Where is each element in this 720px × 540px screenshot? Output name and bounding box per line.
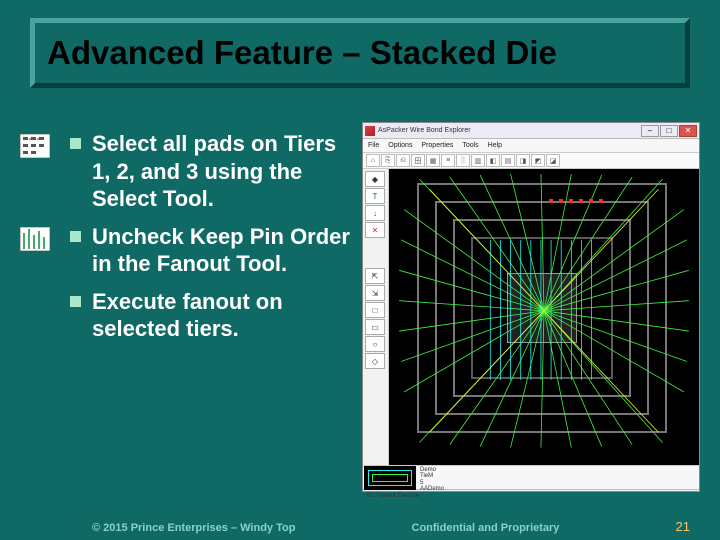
spacer-icon xyxy=(18,290,52,318)
palette-button[interactable]: ◇ xyxy=(365,353,385,369)
object-list: Demo TieM 5 AADemo xyxy=(417,466,699,489)
toolbar-button[interactable]: ⎌ xyxy=(396,154,410,167)
confidential-text: Confidential and Proprietary xyxy=(412,522,560,534)
page-number: 21 xyxy=(676,519,690,534)
fanout-tool-icon xyxy=(18,225,52,253)
slide-footer: © 2015 Prince Enterprises – Windy Top Co… xyxy=(0,519,720,534)
palette-button[interactable]: ↓ xyxy=(365,205,385,221)
bullet-text: Uncheck Keep Pin Order in the Fanout Too… xyxy=(92,223,353,278)
toolbar-button[interactable]: ▤ xyxy=(501,154,515,167)
minimize-button[interactable]: – xyxy=(641,125,659,137)
pad xyxy=(589,199,593,203)
pad xyxy=(579,199,583,203)
toolbar-button[interactable]: 田 xyxy=(411,154,425,167)
menu-item[interactable]: Options xyxy=(388,142,412,149)
window-titlebar: AsPacker Wire Bond Explorer – □ ✕ xyxy=(363,123,699,139)
bullet-item: Uncheck Keep Pin Order in the Fanout Too… xyxy=(18,223,353,278)
close-button[interactable]: ✕ xyxy=(679,125,697,137)
toolbar-button[interactable]: ◨ xyxy=(516,154,530,167)
bullet-marker xyxy=(58,130,92,149)
bullet-text: Select all pads on Tiers 1, 2, and 3 usi… xyxy=(92,130,353,213)
toolbar-button[interactable]: ▥ xyxy=(471,154,485,167)
menu-item[interactable]: Help xyxy=(488,142,502,149)
bottom-panel: Demo TieM 5 AADemo xyxy=(363,465,699,489)
menu-item[interactable]: Tools xyxy=(462,142,478,149)
bullet-item: Select all pads on Tiers 1, 2, and 3 usi… xyxy=(18,130,353,213)
palette-button[interactable]: ▭ xyxy=(365,319,385,335)
toolbar-button[interactable]: ▦ xyxy=(426,154,440,167)
palette-button[interactable]: ✕ xyxy=(365,222,385,238)
bullet-marker xyxy=(58,288,92,307)
bullet-marker xyxy=(58,223,92,242)
pad xyxy=(549,199,553,203)
app-screenshot: AsPacker Wire Bond Explorer – □ ✕ File O… xyxy=(362,122,700,492)
wire-bonds xyxy=(389,169,699,465)
app-icon xyxy=(365,126,375,136)
tool-palette: ◆ T ↓ ✕ ⇱ ⇲ □ ▭ ○ ◇ xyxy=(363,169,389,465)
copyright-text: © 2015 Prince Enterprises – Windy Top xyxy=(92,522,295,534)
pad xyxy=(599,199,603,203)
toolbar-button[interactable]: ◪ xyxy=(546,154,560,167)
title-frame: Advanced Feature – Stacked Die xyxy=(30,18,690,88)
toolbar-button[interactable]: ◧ xyxy=(486,154,500,167)
menu-bar: File Options Properties Tools Help xyxy=(363,139,699,153)
maximize-button[interactable]: □ xyxy=(660,125,678,137)
palette-button[interactable]: □ xyxy=(365,302,385,318)
palette-button[interactable]: ◆ xyxy=(365,171,385,187)
bullet-item: Execute fanout on selected tiers. xyxy=(18,288,353,343)
palette-button[interactable]: ⇱ xyxy=(365,268,385,284)
status-text: 51: Fanout.Execute xyxy=(367,493,419,499)
menu-item[interactable]: File xyxy=(368,142,379,149)
bullet-list: Select all pads on Tiers 1, 2, and 3 usi… xyxy=(18,130,353,353)
toolbar-button[interactable]: ⎘ xyxy=(381,154,395,167)
toolbar-button[interactable]: ◩ xyxy=(531,154,545,167)
list-item[interactable]: AADemo xyxy=(420,486,696,492)
thumbnail[interactable] xyxy=(364,466,416,490)
pad xyxy=(569,199,573,203)
toolbar-button[interactable]: ⌂ xyxy=(366,154,380,167)
palette-button[interactable]: T xyxy=(365,188,385,204)
bullet-text: Execute fanout on selected tiers. xyxy=(92,288,353,343)
toolbar: ⌂ ⎘ ⎌ 田 ▦ ≡ ░ ▥ ◧ ▤ ◨ ◩ ◪ xyxy=(363,153,699,169)
toolbar-button[interactable]: ░ xyxy=(456,154,470,167)
select-tool-icon xyxy=(18,132,52,160)
menu-item[interactable]: Properties xyxy=(421,142,453,149)
window-title: AsPacker Wire Bond Explorer xyxy=(378,127,471,134)
slide-title: Advanced Feature – Stacked Die xyxy=(47,34,557,72)
design-canvas[interactable] xyxy=(389,169,699,465)
palette-button[interactable]: ○ xyxy=(365,336,385,352)
pad xyxy=(559,199,563,203)
palette-button[interactable]: ⇲ xyxy=(365,285,385,301)
toolbar-button[interactable]: ≡ xyxy=(441,154,455,167)
